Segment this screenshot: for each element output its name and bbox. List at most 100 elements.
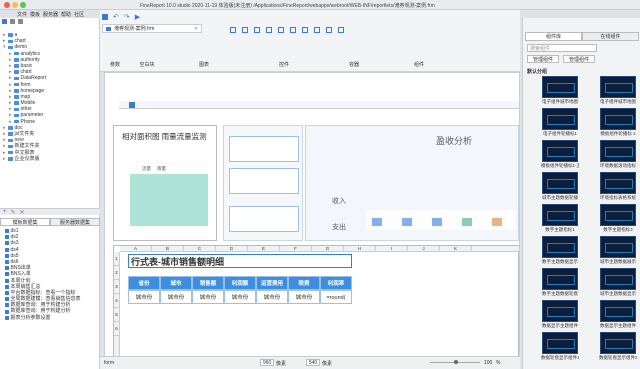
component-search-input[interactable]: 搜索组件 — [527, 44, 597, 52]
component-thumbnail[interactable] — [600, 140, 636, 162]
component-thumbnail[interactable] — [600, 76, 636, 98]
component-thumbnail[interactable] — [542, 76, 578, 98]
tab-template-datasets[interactable]: 模板数据集 — [0, 218, 50, 226]
component-thumbnail[interactable] — [542, 140, 578, 162]
edit-dataset-icon[interactable]: ✎ — [11, 209, 16, 216]
component-thumbnail[interactable] — [600, 300, 636, 322]
column-letter[interactable]: A — [120, 246, 152, 251]
zoom-slider[interactable] — [430, 360, 480, 364]
column-letter[interactable]: B — [152, 246, 184, 251]
column-letter[interactable]: I — [376, 246, 408, 251]
column-letter[interactable]: E — [248, 246, 280, 251]
group-container[interactable]: 容器 — [324, 61, 384, 68]
row-number[interactable]: 3 — [114, 280, 119, 294]
row-number[interactable]: 1 — [114, 252, 119, 266]
menu-community[interactable]: 社区 — [74, 11, 84, 18]
table-data-cell[interactable]: 城市份 — [128, 290, 160, 304]
close-window-button[interactable] — [4, 2, 10, 8]
group-component[interactable]: 组件 — [384, 61, 454, 68]
new-folder-icon[interactable] — [2, 19, 7, 24]
widget-combo-icon[interactable] — [266, 27, 272, 33]
dataset-item[interactable]: 报表分析参数设置 — [2, 315, 98, 321]
kpi-cell-2[interactable] — [229, 168, 299, 194]
table-header-cell[interactable]: 省份 — [128, 276, 160, 290]
table-header-cell[interactable]: 销售额 — [192, 276, 224, 290]
table-data-cell[interactable]: 城市份 — [192, 290, 224, 304]
delete-dataset-icon[interactable]: ✕ — [20, 209, 25, 216]
component-thumbnail[interactable] — [542, 300, 578, 322]
row-number[interactable]: 2 — [114, 266, 119, 280]
widget-radio-icon[interactable] — [290, 27, 296, 33]
menu-server[interactable]: 服务器 — [43, 11, 58, 18]
menu-help[interactable]: 帮助 — [61, 11, 71, 18]
table-data-cell[interactable]: 城市份 — [224, 290, 256, 304]
close-tab-icon[interactable]: ✕ — [194, 26, 198, 32]
manage-component-button[interactable]: 管理组件 — [527, 55, 559, 63]
group-widget[interactable]: 控件 — [244, 61, 324, 68]
preview-icon[interactable]: ▶ — [135, 13, 140, 21]
table-header-cell[interactable]: 城市 — [160, 276, 192, 290]
component-thumbnail[interactable] — [542, 108, 578, 130]
expand-arrow-icon[interactable]: ▸ — [3, 156, 6, 162]
save-icon[interactable] — [102, 14, 108, 20]
minimize-window-button[interactable] — [12, 2, 18, 8]
component-thumbnail[interactable] — [542, 172, 578, 194]
component-thumbnail[interactable] — [600, 268, 636, 290]
section-default-group[interactable]: 默认分组 — [527, 68, 547, 75]
table-header-cell[interactable]: 利润率 — [320, 276, 352, 290]
component-thumbnail[interactable] — [600, 108, 636, 130]
zoom-thumb[interactable] — [454, 360, 458, 364]
row-number[interactable]: 5 — [114, 308, 119, 322]
profit-block[interactable]: 盈收分析 收入 支出 — [305, 125, 519, 241]
manage-component-button-2[interactable]: 管理组件 — [563, 55, 595, 63]
column-letter[interactable]: F — [280, 246, 312, 251]
expand-arrow-icon[interactable]: ▸ — [9, 119, 12, 125]
widget-label-icon[interactable] — [326, 27, 332, 33]
column-letter[interactable]: C — [184, 246, 216, 251]
report-title-cell[interactable]: 行式表-城市销售额明细 — [128, 254, 352, 268]
column-letter[interactable]: H — [344, 246, 376, 251]
refresh-icon[interactable] — [10, 19, 15, 24]
widget-date-icon[interactable] — [254, 27, 260, 33]
menu-template[interactable]: 模板 — [30, 11, 40, 18]
expand-arrow-icon[interactable]: ▾ — [3, 44, 6, 50]
component-thumbnail[interactable] — [600, 236, 636, 258]
table-header-cell[interactable]: 运营费用 — [256, 276, 288, 290]
widget-checkbox-icon[interactable] — [278, 27, 284, 33]
table-data-cell[interactable]: 城市份 — [256, 290, 288, 304]
row-number[interactable]: 6 — [114, 322, 119, 336]
kpi-cell-3[interactable] — [229, 206, 299, 232]
template-tab[interactable]: 淹券观测-案例.frm ✕ — [102, 24, 202, 33]
table-data-cell[interactable]: 城市份 — [160, 290, 192, 304]
column-letter[interactable]: D — [216, 246, 248, 251]
component-thumbnail[interactable] — [542, 268, 578, 290]
tab-component-library[interactable]: 组件库 — [525, 32, 582, 41]
design-canvas[interactable]: 相对面积图 雨量流量监测 流量 雨量 盈收分析 收入 支出 ABCDEFGHIJ… — [104, 72, 520, 360]
tree-item[interactable]: ▸ 企业仪表版 — [2, 156, 98, 162]
component-thumbnail[interactable] — [542, 204, 578, 226]
column-letter[interactable]: G — [312, 246, 344, 251]
group-parameter[interactable]: 参数 — [100, 61, 130, 68]
tab-online-components[interactable]: 在线组件 — [582, 32, 639, 41]
row-number[interactable]: 4 — [114, 294, 119, 308]
menu-file[interactable]: 文件 — [17, 11, 27, 18]
table-header-cell[interactable]: 税费 — [288, 276, 320, 290]
add-dataset-icon[interactable]: + — [3, 209, 7, 215]
column-letter[interactable]: J — [408, 246, 440, 251]
widget-button-icon[interactable] — [314, 27, 320, 33]
group-chart[interactable]: 图表 — [164, 61, 244, 68]
widget-number-icon[interactable] — [242, 27, 248, 33]
component-thumbnail[interactable] — [542, 332, 578, 354]
component-thumbnail[interactable] — [600, 204, 636, 226]
width-input[interactable]: 960 — [260, 359, 274, 366]
redo-icon[interactable]: ↷ — [124, 13, 130, 21]
group-blank-block[interactable]: 空白块 — [130, 61, 164, 68]
kpi-cell-1[interactable] — [229, 136, 299, 162]
component-thumbnail[interactable] — [600, 332, 636, 354]
top-report-block[interactable] — [119, 101, 519, 109]
tab-server-datasets[interactable]: 服务器数据集 — [50, 218, 100, 226]
report-sheet[interactable]: ABCDEFGHIJK 123456 行式表-城市销售额明细 省份 城市 销售额 利润… — [113, 245, 519, 359]
area-chart-block[interactable]: 相对面积图 雨量流量监测 流量 雨量 — [113, 125, 217, 241]
component-thumbnail[interactable] — [600, 172, 636, 194]
height-input[interactable]: 540 — [306, 359, 320, 366]
